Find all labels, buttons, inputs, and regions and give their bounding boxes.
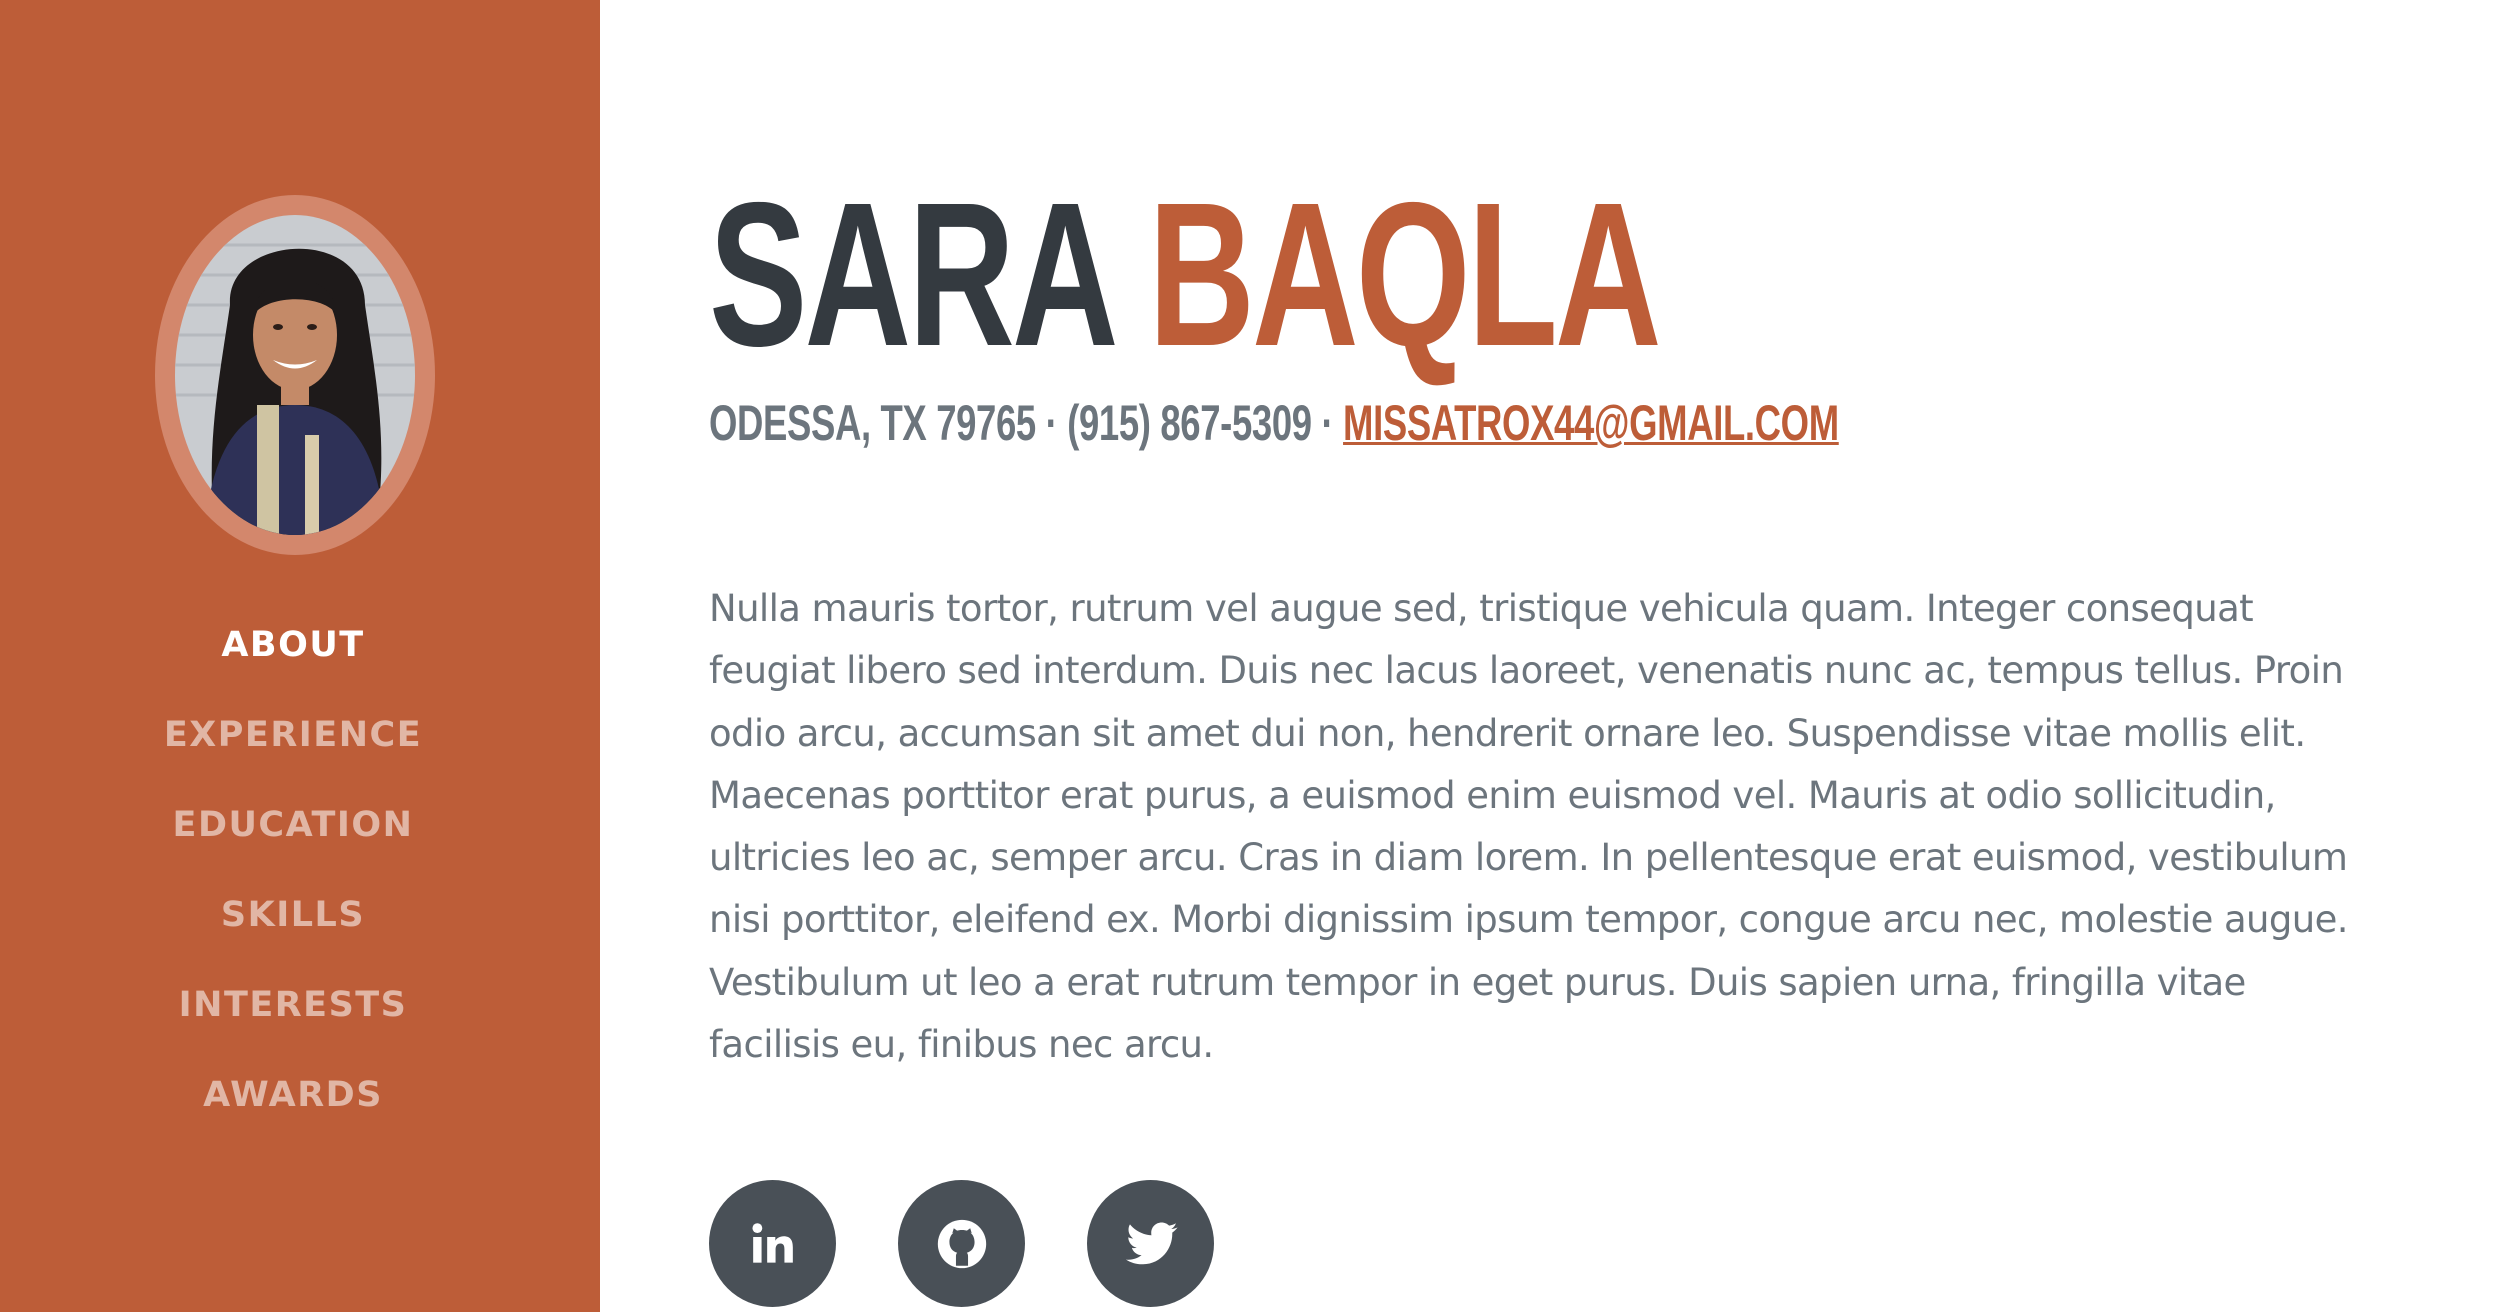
- nav-item-skills[interactable]: SKILLS: [0, 870, 586, 960]
- email-link[interactable]: MISSATROX44@GMAIL.COM: [1343, 395, 1839, 451]
- nav-item-experience[interactable]: EXPERIENCE: [0, 690, 586, 780]
- sidebar-nav: ABOUT EXPERIENCE EDUCATION SKILLS INTERE…: [0, 600, 586, 1140]
- nav-item-education[interactable]: EDUCATION: [0, 780, 586, 870]
- about-text: Nulla mauris tortor, rutrum vel augue se…: [709, 587, 2349, 1067]
- nav-item-about[interactable]: ABOUT: [0, 600, 586, 690]
- contact-line: ODESSA, TX 79765 · (915) 867-5309 · MISS…: [709, 398, 1839, 448]
- sidebar: ABOUT EXPERIENCE EDUCATION SKILLS INTERE…: [0, 0, 600, 1312]
- github-icon: [937, 1219, 986, 1268]
- twitter-button[interactable]: [1087, 1180, 1214, 1307]
- last-name: BAQLA: [1148, 160, 1661, 389]
- page-title: SARA BAQLA: [709, 172, 1662, 377]
- twitter-icon: [1125, 1221, 1178, 1264]
- github-button[interactable]: [898, 1180, 1025, 1307]
- linkedin-icon: [751, 1222, 793, 1263]
- social-icons: [709, 1180, 1214, 1307]
- avatar: [175, 215, 415, 535]
- address-text: ODESSA, TX 79765 · (915) 867-5309 ·: [709, 395, 1344, 451]
- first-name: SARA: [709, 160, 1113, 389]
- linkedin-button[interactable]: [709, 1180, 836, 1307]
- nav-item-awards[interactable]: AWARDS: [0, 1050, 586, 1140]
- nav-item-interests[interactable]: INTERESTS: [0, 960, 586, 1050]
- avatar-frame: [155, 195, 435, 555]
